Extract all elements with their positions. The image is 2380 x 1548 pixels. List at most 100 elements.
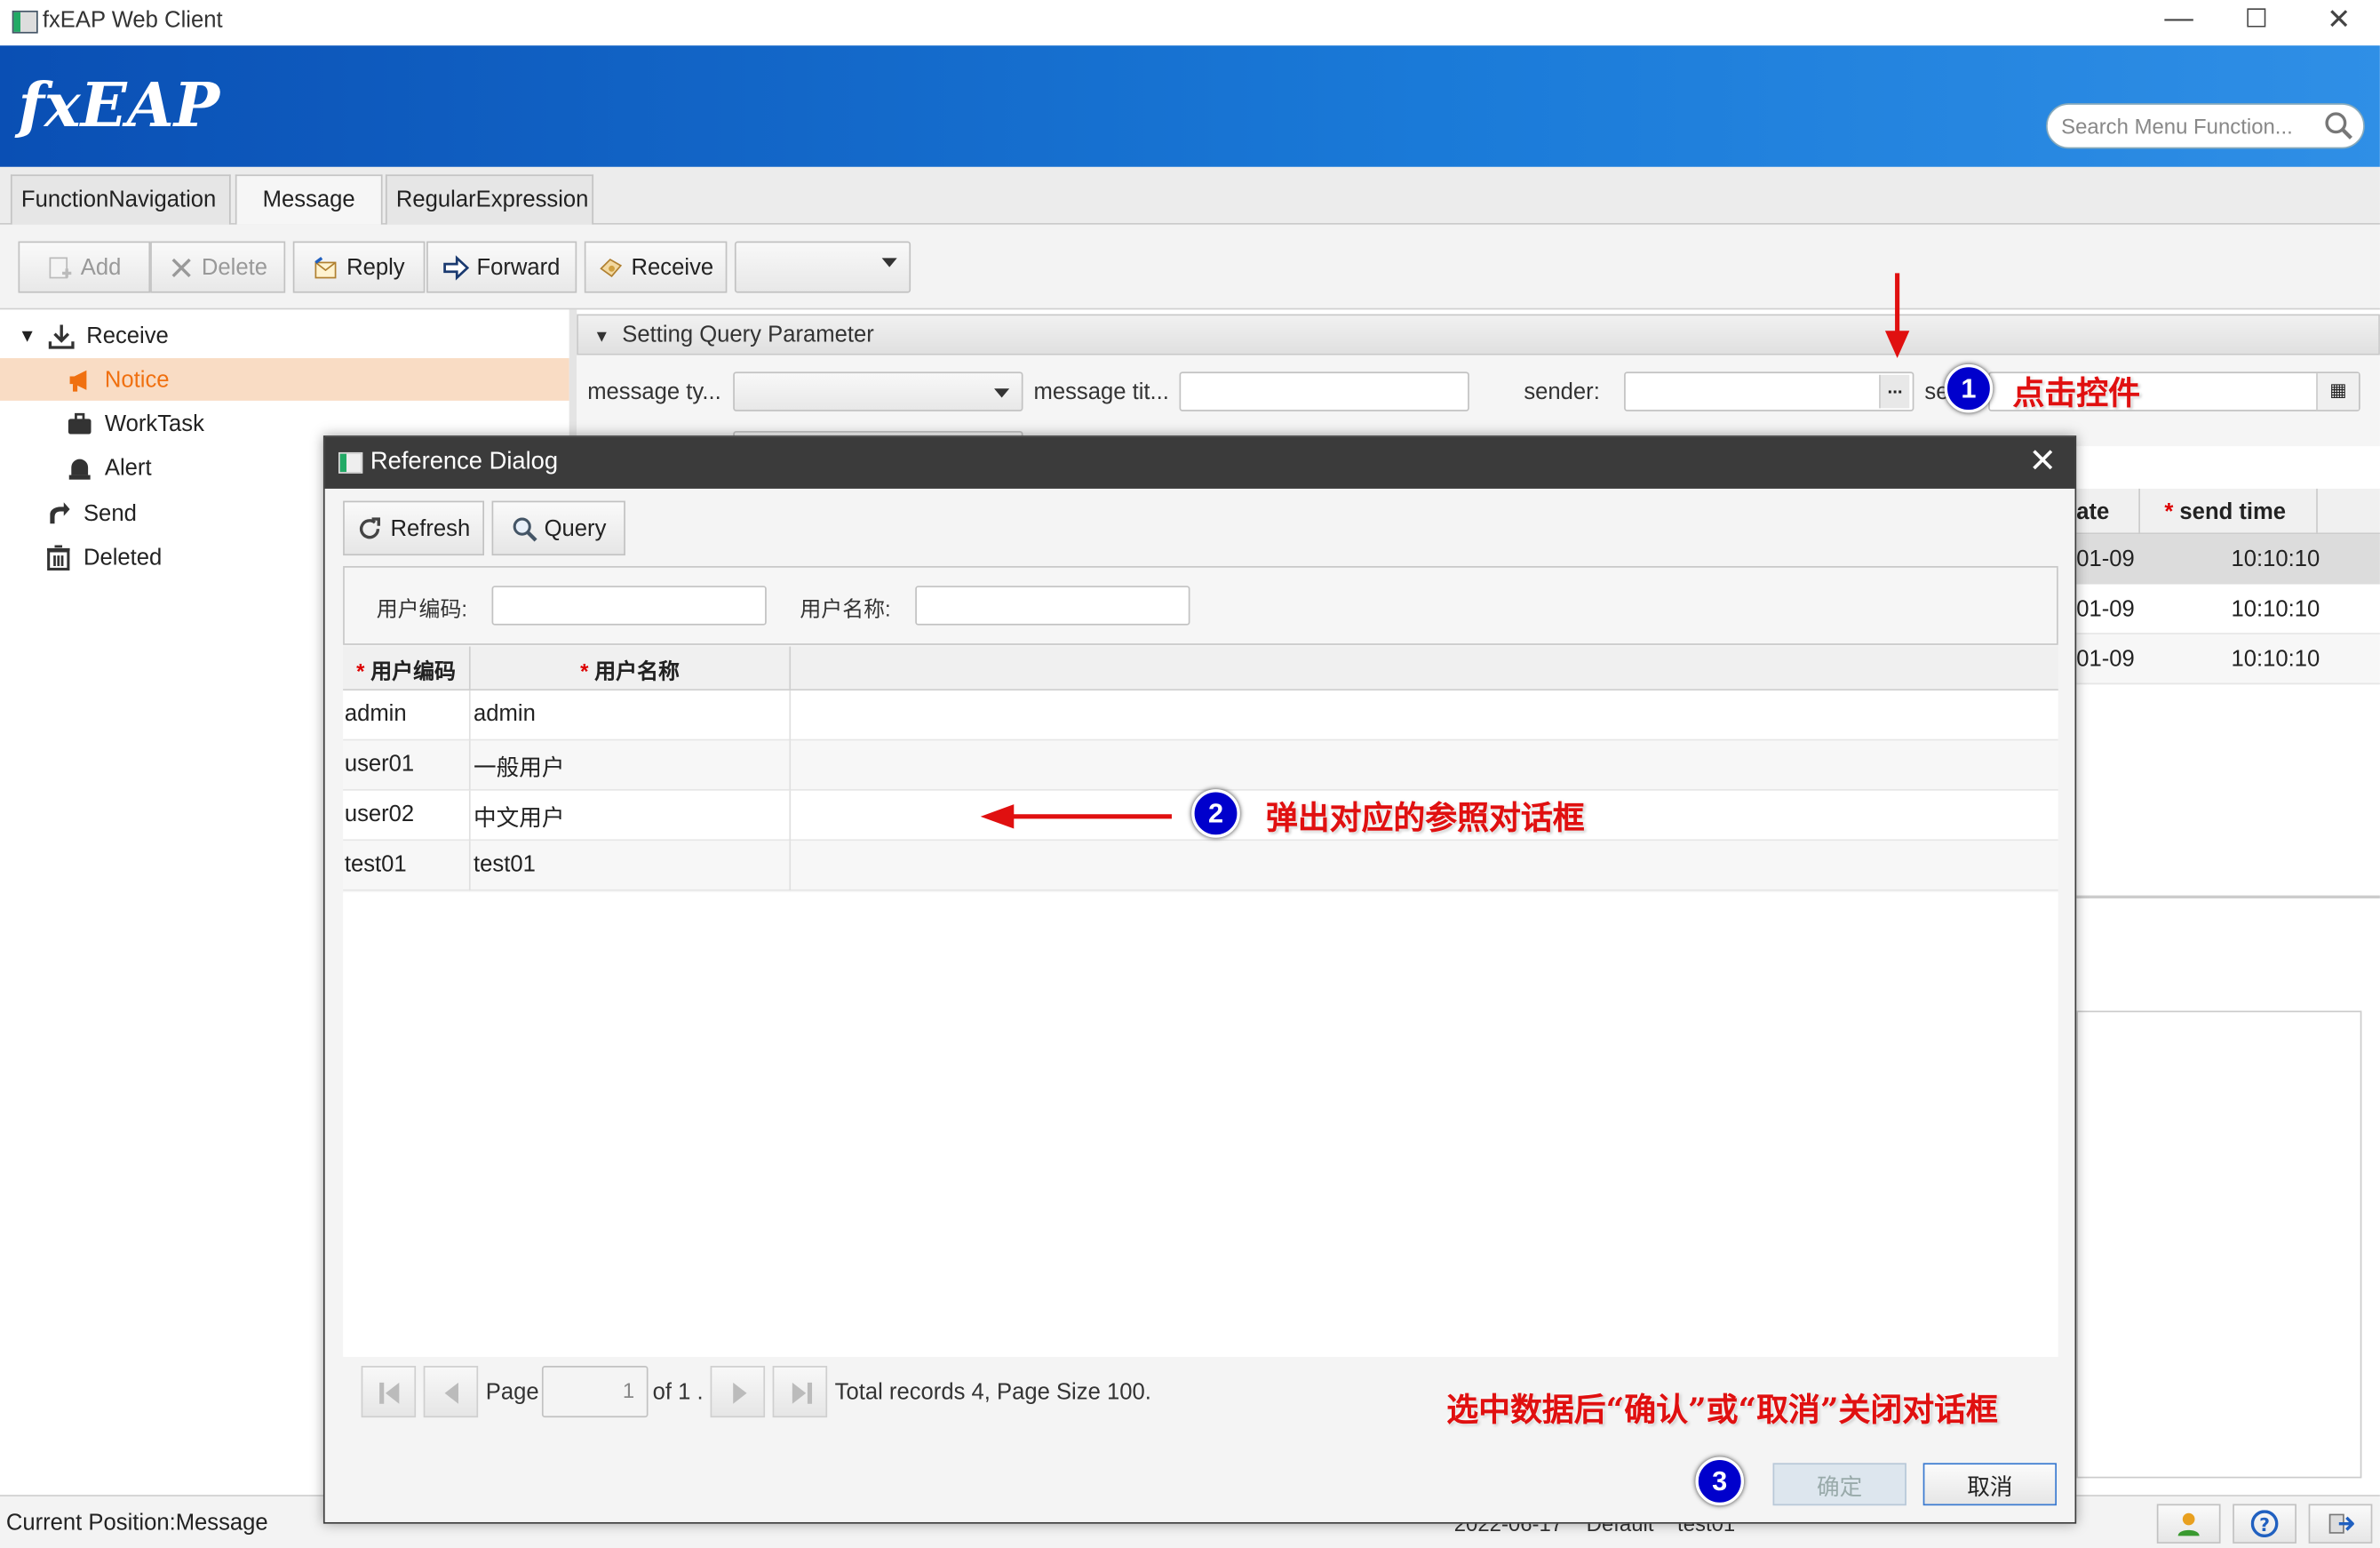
user-code-input[interactable] xyxy=(491,586,767,626)
query-button[interactable]: Query xyxy=(491,500,625,556)
query-label: Query xyxy=(544,515,607,541)
tree-label-worktask: WorkTask xyxy=(104,410,204,437)
tree-item-send[interactable]: Send xyxy=(45,491,137,534)
query-panel-header[interactable]: ▼ Setting Query Parameter xyxy=(577,314,2380,355)
window-title: fxEAP Web Client xyxy=(42,7,223,34)
annotation-text-1: 点击控件 xyxy=(2012,373,2140,411)
detail-area xyxy=(2076,1010,2362,1479)
tree-item-notice[interactable]: Notice xyxy=(0,358,569,401)
sender-label: sender: xyxy=(1524,379,1600,405)
user-name-input[interactable] xyxy=(915,586,1190,626)
minimize-icon[interactable]: — xyxy=(2164,3,2193,36)
tab-regular-expression[interactable]: RegularExpression xyxy=(385,174,594,225)
tree-label-send: Send xyxy=(83,499,137,526)
message-title-label: message tit... xyxy=(1033,379,1169,405)
maximize-icon[interactable]: ☐ xyxy=(2245,4,2268,35)
close-icon[interactable]: ✕ xyxy=(2327,3,2351,37)
current-position: Current Position:Message xyxy=(5,1510,268,1536)
user-grid: * 用户编码 * 用户名称 admin admin user01 一般用户 user… xyxy=(343,646,2058,1357)
tab-bar: FunctionNavigation Message RegularExpres… xyxy=(0,166,2380,225)
message-type-select[interactable] xyxy=(733,371,1023,411)
bg-table-row[interactable]: 01-09 10:10:10 xyxy=(2076,634,2380,685)
bg-table-row[interactable]: 01-09 10:10:10 xyxy=(2076,584,2380,634)
ellipsis-icon[interactable]: ... xyxy=(1879,374,1910,409)
bg-cell-time: 10:10:10 xyxy=(2231,646,2320,673)
tree-item-worktask[interactable]: WorkTask xyxy=(67,403,204,445)
grid-header: * 用户编码 * 用户名称 xyxy=(343,646,2058,691)
first-page-icon xyxy=(379,1382,400,1404)
logout-button[interactable] xyxy=(2308,1504,2373,1544)
tree-item-receive[interactable]: ▼ Receive xyxy=(19,315,169,357)
next-page-button[interactable] xyxy=(710,1366,766,1418)
annotation-text-2: 弹出对应的参照对话框 xyxy=(1265,798,1585,837)
add-label: Add xyxy=(80,254,122,281)
tab-message[interactable]: Message xyxy=(235,174,383,225)
add-icon xyxy=(49,256,72,278)
last-page-icon xyxy=(792,1382,813,1404)
user-icon xyxy=(2177,1512,2200,1536)
bg-table-row[interactable]: 01-09 10:10:10 xyxy=(2076,534,2380,585)
window-titlebar: fxEAP Web Client — ☐ ✕ xyxy=(0,0,2380,46)
bg-table-header: ate * send time xyxy=(2076,488,2380,535)
main-toolbar: Add Delete Reply Forward Receive xyxy=(0,224,2380,310)
cell-user-name: 一般用户 xyxy=(474,755,565,782)
tree-item-alert[interactable]: Alert xyxy=(67,446,152,489)
last-page-button[interactable] xyxy=(772,1366,828,1418)
add-button[interactable]: Add xyxy=(18,241,151,293)
bg-col-date: ate xyxy=(2076,499,2110,525)
table-row[interactable]: admin admin xyxy=(343,690,2058,741)
bg-cell-time: 10:10:10 xyxy=(2231,596,2320,623)
reply-button[interactable]: Reply xyxy=(292,241,426,293)
collapse-triangle-icon: ▼ xyxy=(593,327,610,347)
total-records: Total records 4, Page Size 100. xyxy=(834,1379,1151,1406)
user-button[interactable] xyxy=(2156,1504,2221,1544)
reference-dialog: Reference Dialog ✕ Refresh Query 用户编码: 用… xyxy=(322,435,2077,1524)
tree-label-deleted: Deleted xyxy=(83,544,163,571)
annotation-badge-2: 2 xyxy=(1191,789,1240,838)
annotation-arrow-left xyxy=(980,804,1172,829)
search-icon[interactable] xyxy=(2324,111,2354,141)
cell-user-code: user02 xyxy=(344,801,415,827)
forward-button[interactable]: Forward xyxy=(426,241,577,293)
cell-user-code: user01 xyxy=(344,751,415,778)
message-title-input[interactable] xyxy=(1179,371,1469,411)
dialog-close-icon[interactable]: ✕ xyxy=(2029,442,2058,481)
app-logo: fxEAP xyxy=(18,69,220,141)
delete-label: Delete xyxy=(201,254,267,281)
page-of-label: of 1 . xyxy=(652,1379,704,1406)
next-page-icon xyxy=(733,1382,747,1404)
query-panel-title: Setting Query Parameter xyxy=(622,322,874,348)
bg-cell-date: 01-09 xyxy=(2076,596,2135,623)
col-header-user-name[interactable]: * 用户名称 xyxy=(471,646,792,691)
tree-item-deleted[interactable]: Deleted xyxy=(45,536,162,579)
prev-page-button[interactable] xyxy=(423,1366,479,1418)
toolbar-select[interactable] xyxy=(734,241,911,293)
annotation-text-3: 选中数据后“确认”或“取消”关闭对话框 xyxy=(1446,1390,1998,1429)
page-number-input[interactable]: 1 xyxy=(541,1366,649,1418)
sender-reference-input[interactable]: ... xyxy=(1624,371,1914,411)
tree-label-alert: Alert xyxy=(104,454,152,481)
first-page-button[interactable] xyxy=(361,1366,417,1418)
col-header-user-code[interactable]: * 用户编码 xyxy=(343,646,471,691)
bg-col-send-time: * send time xyxy=(2164,499,2287,525)
refresh-button[interactable]: Refresh xyxy=(343,500,485,556)
grid-empty-area xyxy=(343,892,2058,1357)
table-row[interactable]: user01 一般用户 xyxy=(343,740,2058,791)
expand-triangle-icon[interactable]: ▼ xyxy=(19,324,36,346)
cancel-button[interactable]: 取消 xyxy=(1922,1463,2058,1506)
calendar-icon[interactable]: ▦ xyxy=(2316,373,2360,411)
trash-icon xyxy=(46,544,70,571)
page-label: Page xyxy=(485,1379,539,1406)
help-button[interactable]: ? xyxy=(2233,1504,2296,1544)
delete-button[interactable]: Delete xyxy=(150,241,286,293)
menu-search-input[interactable]: Search Menu Function... xyxy=(2046,103,2365,149)
message-type-label: message ty... xyxy=(587,379,721,405)
cell-user-name: test01 xyxy=(474,851,536,878)
table-row[interactable]: test01 test01 xyxy=(343,841,2058,891)
receive-button[interactable]: Receive xyxy=(584,241,728,293)
splitter[interactable] xyxy=(2076,895,2380,899)
delete-icon xyxy=(171,257,191,277)
tab-function-navigation[interactable]: FunctionNavigation xyxy=(10,174,231,225)
confirm-button[interactable]: 确定 xyxy=(1772,1463,1906,1506)
reply-icon xyxy=(314,256,337,278)
